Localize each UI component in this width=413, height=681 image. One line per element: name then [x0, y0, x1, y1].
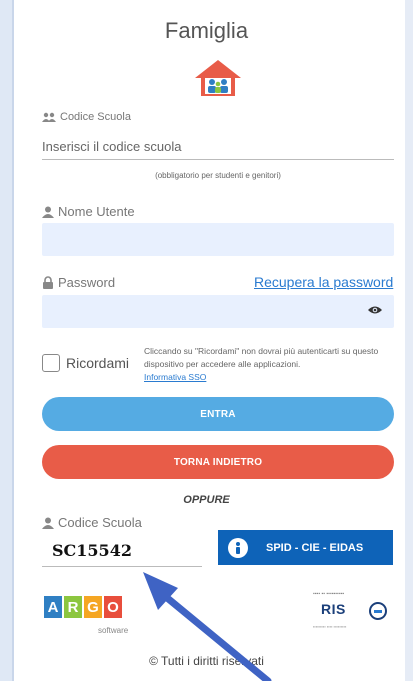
remember-note: Cliccando su "Ricordami" non dovrai più …	[144, 345, 394, 384]
password-label-row: Password	[42, 275, 115, 290]
argo-letter-r: R	[64, 596, 82, 618]
spid-code-label-row: Codice Scuola	[42, 515, 142, 530]
argo-letter-g: G	[84, 596, 102, 618]
copyright-text: © Tutti i diritti riservati	[149, 654, 264, 668]
school-code-label-row: Codice Scuola	[42, 111, 131, 123]
remember-note-text: Cliccando su "Ricordami" non dovrai più …	[144, 346, 379, 369]
spid-code-label: Codice Scuola	[58, 515, 142, 530]
spid-school-code-input[interactable]: SC15542	[42, 535, 202, 567]
sso-info-link[interactable]: Informativa SSO	[144, 372, 206, 382]
enter-button[interactable]: ENTRA	[42, 397, 394, 431]
risa-logo: ▪▪▪▪ ▪▪ ▪▪▪▪▪▪▪▪▪▪ RIS ▪▪▪▪▪▪▪▪▪ ▪▪▪▪ ▪▪…	[313, 591, 393, 631]
username-label: Nome Utente	[58, 204, 135, 219]
spid-login-label: SPID - CIE - EIDAS	[266, 541, 364, 554]
home-family-icon	[195, 60, 241, 96]
username-label-row: Nome Utente	[42, 204, 135, 219]
argo-subtitle: software	[98, 626, 129, 635]
remember-label: Ricordami	[66, 355, 130, 371]
spid-login-button[interactable]: SPID - CIE - EIDAS	[218, 530, 393, 565]
recover-password-link[interactable]: Recupera la password	[254, 274, 393, 290]
risa-word: RIS	[321, 601, 346, 617]
user-icon	[42, 517, 54, 529]
user-icon	[42, 206, 54, 218]
lock-icon	[43, 276, 53, 289]
eye-icon[interactable]	[368, 305, 382, 315]
risa-bottom-text: ▪▪▪▪▪▪▪▪▪ ▪▪▪▪ ▪▪▪▪▪▪▪▪▪	[313, 624, 347, 629]
page-title: Famiglia	[164, 18, 249, 43]
username-input[interactable]	[42, 223, 394, 256]
risa-top-text: ▪▪▪▪ ▪▪ ▪▪▪▪▪▪▪▪▪▪	[313, 591, 345, 597]
argo-letter-a: A	[44, 596, 62, 618]
or-separator: OPPURE	[183, 494, 230, 506]
password-label: Password	[58, 275, 116, 290]
school-code-note: (obbligatorio per studenti e genitori)	[155, 171, 281, 180]
spid-person-icon	[228, 537, 248, 558]
window-right-border	[405, 0, 413, 681]
window-left-border-line	[12, 0, 14, 681]
back-button[interactable]: TORNA INDIETRO	[42, 445, 394, 479]
argo-letter-o: O	[104, 596, 122, 618]
school-code-input[interactable]: Inserisci il codice scuola	[42, 136, 394, 160]
risa-circle-icon	[369, 602, 387, 620]
school-code-label: Codice Scuola	[60, 111, 131, 123]
remember-checkbox[interactable]	[42, 354, 60, 372]
password-input[interactable]	[42, 295, 394, 328]
argo-logo: A R G O	[44, 596, 122, 618]
annotation-arrow-icon	[143, 572, 272, 681]
users-icon	[42, 112, 56, 122]
